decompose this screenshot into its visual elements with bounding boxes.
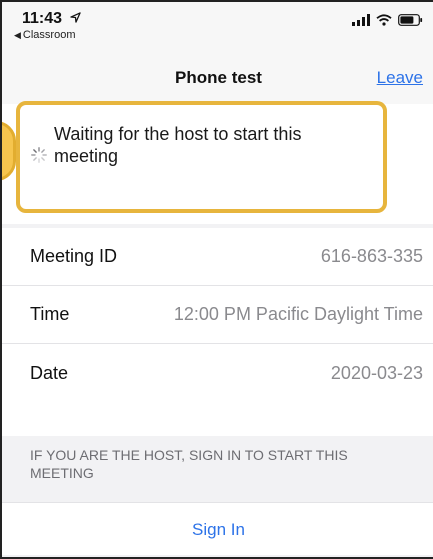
status-bar: 11:43 ◀ Classroom <box>2 2 433 48</box>
status-time: 11:43 <box>22 10 81 28</box>
loading-spinner-icon <box>31 147 47 163</box>
phone-screen: 11:43 ◀ Classroom Phone test Leave Waiti… <box>0 0 433 559</box>
leave-button[interactable]: Leave <box>377 68 423 88</box>
back-app-label: Classroom <box>22 29 76 41</box>
meeting-details: Meeting ID 616-863-335 Time 12:00 PM Pac… <box>2 228 433 402</box>
waiting-panel: Waiting for the host to start this meeti… <box>2 104 433 224</box>
time-label: Time <box>30 304 70 324</box>
status-icons <box>352 14 423 26</box>
sign-in-button[interactable]: Sign In <box>192 520 245 540</box>
page-title: Phone test <box>175 68 262 87</box>
wifi-icon <box>376 14 392 26</box>
waiting-message: Waiting for the host to start this meeti… <box>54 124 302 166</box>
meeting-id-label: Meeting ID <box>30 246 118 266</box>
date-value: 2020-03-23 <box>330 362 423 383</box>
bottom-separator <box>2 555 433 557</box>
host-notice-text: IF YOU ARE THE HOST, SIGN IN TO START TH… <box>30 447 348 481</box>
clock-time: 11:43 <box>22 10 63 27</box>
time-value: 12:00 PM Pacific Daylight Time <box>173 304 423 324</box>
back-arrow-icon: ◀ <box>14 30 21 40</box>
host-notice: IF YOU ARE THE HOST, SIGN IN TO START TH… <box>2 436 433 502</box>
back-to-app-link[interactable]: ◀ Classroom <box>14 29 76 41</box>
nav-bar: Phone test Leave <box>2 48 433 104</box>
date-label: Date <box>30 362 69 383</box>
detail-row-meeting-id: Meeting ID 616-863-335 <box>2 228 433 286</box>
sign-in-row: Sign In <box>2 502 433 556</box>
detail-row-time: Time 12:00 PM Pacific Daylight Time <box>2 286 433 344</box>
detail-row-date: Date 2020-03-23 <box>2 344 433 402</box>
signal-icon <box>352 14 370 26</box>
location-arrow-icon <box>69 12 81 23</box>
battery-icon <box>398 14 423 26</box>
meeting-id-value: 616-863-335 <box>320 246 423 266</box>
